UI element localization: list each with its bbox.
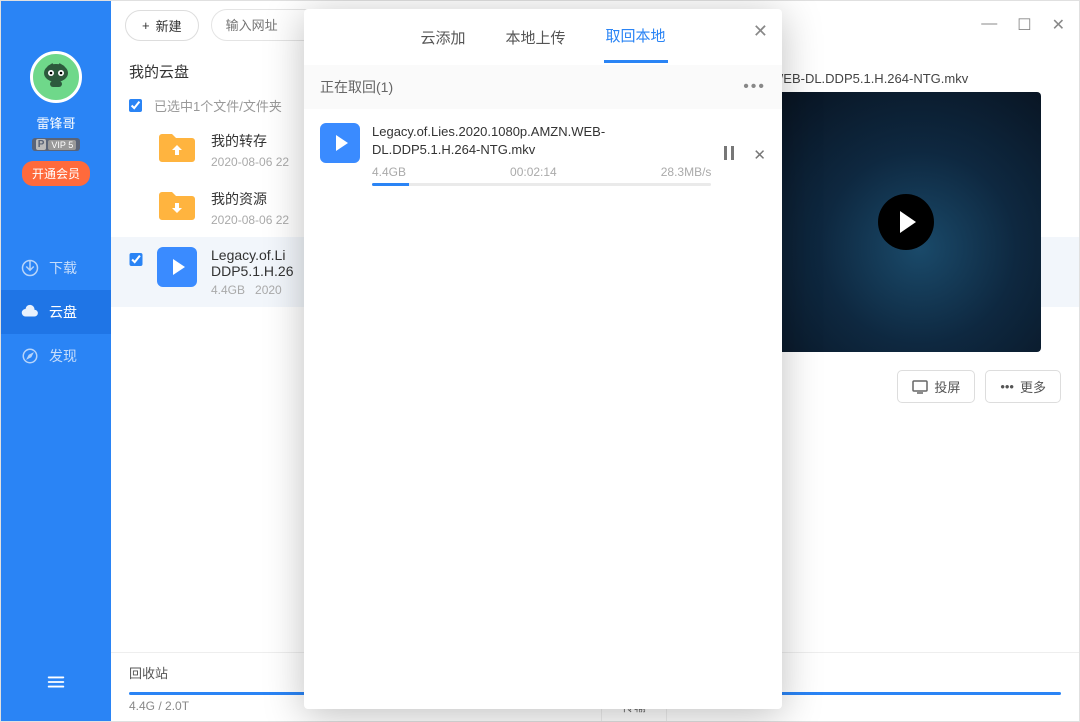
- username: 雷锋哥: [36, 113, 75, 132]
- task-size: 4.4GB: [372, 165, 406, 179]
- retrieving-label: 正在取回(1): [320, 77, 393, 97]
- new-button[interactable]: + 新建: [125, 10, 199, 41]
- tab-retrieve[interactable]: 取回本地: [604, 11, 668, 63]
- sidebar-nav: 下载 云盘 发现: [1, 246, 111, 378]
- cancel-task-button[interactable]: ✕: [753, 146, 766, 164]
- play-button[interactable]: [878, 194, 934, 250]
- file-checkbox[interactable]: [129, 253, 143, 266]
- tab-cloud-add[interactable]: 云添加: [418, 13, 467, 62]
- close-button[interactable]: ✕: [1052, 15, 1065, 35]
- more-button[interactable]: ••• 更多: [985, 370, 1061, 403]
- video-file-icon: [157, 247, 197, 287]
- video-preview[interactable]: [771, 92, 1041, 352]
- retrieve-header: 正在取回(1) •••: [304, 65, 782, 109]
- pause-button[interactable]: [723, 146, 735, 164]
- sidebar: 雷锋哥 P VIP 5 开通会员 下载 云盘 发现: [1, 1, 111, 721]
- maximize-button[interactable]: ☐: [1017, 15, 1031, 35]
- hamburger-icon: [45, 671, 67, 693]
- task-more-button[interactable]: •••: [743, 78, 766, 96]
- task-filename: Legacy.of.Lies.2020.1080p.AMZN.WEB-DL.DD…: [372, 123, 711, 159]
- transfer-modal: 云添加 本地上传 取回本地 ✕ 正在取回(1) ••• Legacy.of.Li…: [304, 9, 782, 709]
- task-speed: 28.3MB/s: [661, 165, 712, 179]
- preview-panel: WEB-DL.DDP5.1.H.264-NTG.mkv 投屏 ••• 更多: [771, 71, 1061, 403]
- sidebar-item-download[interactable]: 下载: [1, 246, 111, 290]
- task-progress: [372, 183, 711, 186]
- folder-icon: [157, 189, 197, 223]
- file-name: 我的转存: [211, 131, 289, 151]
- sidebar-item-discover[interactable]: 发现: [1, 334, 111, 378]
- file-name: Legacy.of.Li: [211, 247, 293, 263]
- folder-icon: [157, 131, 197, 165]
- selection-text: 已选中1个文件/文件夹: [154, 96, 282, 115]
- vip-badge: P VIP 5: [32, 138, 81, 151]
- task-eta: 00:02:14: [510, 165, 557, 179]
- preview-filename: WEB-DL.DDP5.1.H.264-NTG.mkv: [771, 71, 1061, 86]
- pause-icon: [723, 146, 735, 160]
- file-name: 我的资源: [211, 189, 289, 209]
- download-icon: [21, 259, 39, 277]
- download-task: Legacy.of.Lies.2020.1080p.AMZN.WEB-DL.DD…: [304, 109, 782, 200]
- play-icon: [900, 211, 916, 233]
- sidebar-item-label: 云盘: [49, 302, 77, 322]
- sidebar-item-cloud[interactable]: 云盘: [1, 290, 111, 334]
- avatar[interactable]: [30, 51, 82, 103]
- cast-icon: [912, 380, 928, 394]
- sidebar-item-label: 下载: [49, 258, 77, 278]
- menu-button[interactable]: [1, 671, 111, 693]
- select-all-checkbox[interactable]: [129, 99, 142, 112]
- video-file-icon: [320, 123, 360, 163]
- more-icon: •••: [1000, 379, 1014, 394]
- tab-local-upload[interactable]: 本地上传: [503, 13, 567, 62]
- upgrade-membership-button[interactable]: 开通会员: [22, 161, 90, 186]
- sidebar-item-label: 发现: [49, 346, 77, 366]
- cloud-icon: [21, 303, 39, 321]
- cast-button[interactable]: 投屏: [897, 370, 975, 403]
- plus-icon: +: [142, 18, 150, 33]
- compass-icon: [21, 347, 39, 365]
- minimize-button[interactable]: —: [981, 15, 997, 35]
- modal-close-button[interactable]: ✕: [753, 21, 768, 42]
- modal-tabs: 云添加 本地上传 取回本地 ✕: [304, 9, 782, 65]
- window-controls: — ☐ ✕: [981, 15, 1065, 35]
